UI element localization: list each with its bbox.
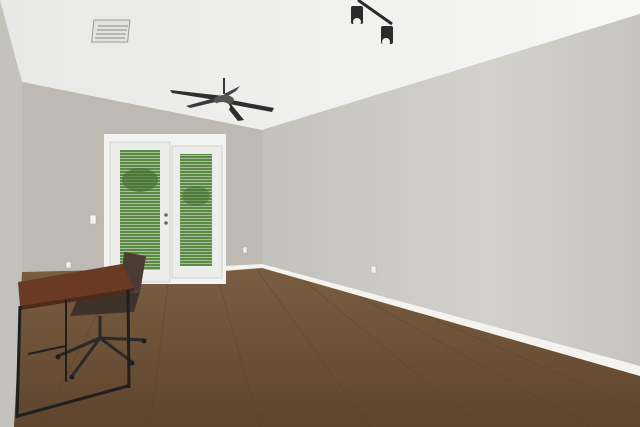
light-switch	[89, 214, 97, 225]
french-doors	[104, 134, 226, 284]
room-photo	[0, 0, 640, 427]
wall-outlet	[370, 265, 377, 274]
wall-outlet	[242, 246, 248, 254]
ceiling-vent	[91, 19, 131, 43]
room-illustration	[0, 0, 640, 427]
wall-outlet	[65, 261, 72, 269]
door-glass-right	[180, 154, 212, 266]
